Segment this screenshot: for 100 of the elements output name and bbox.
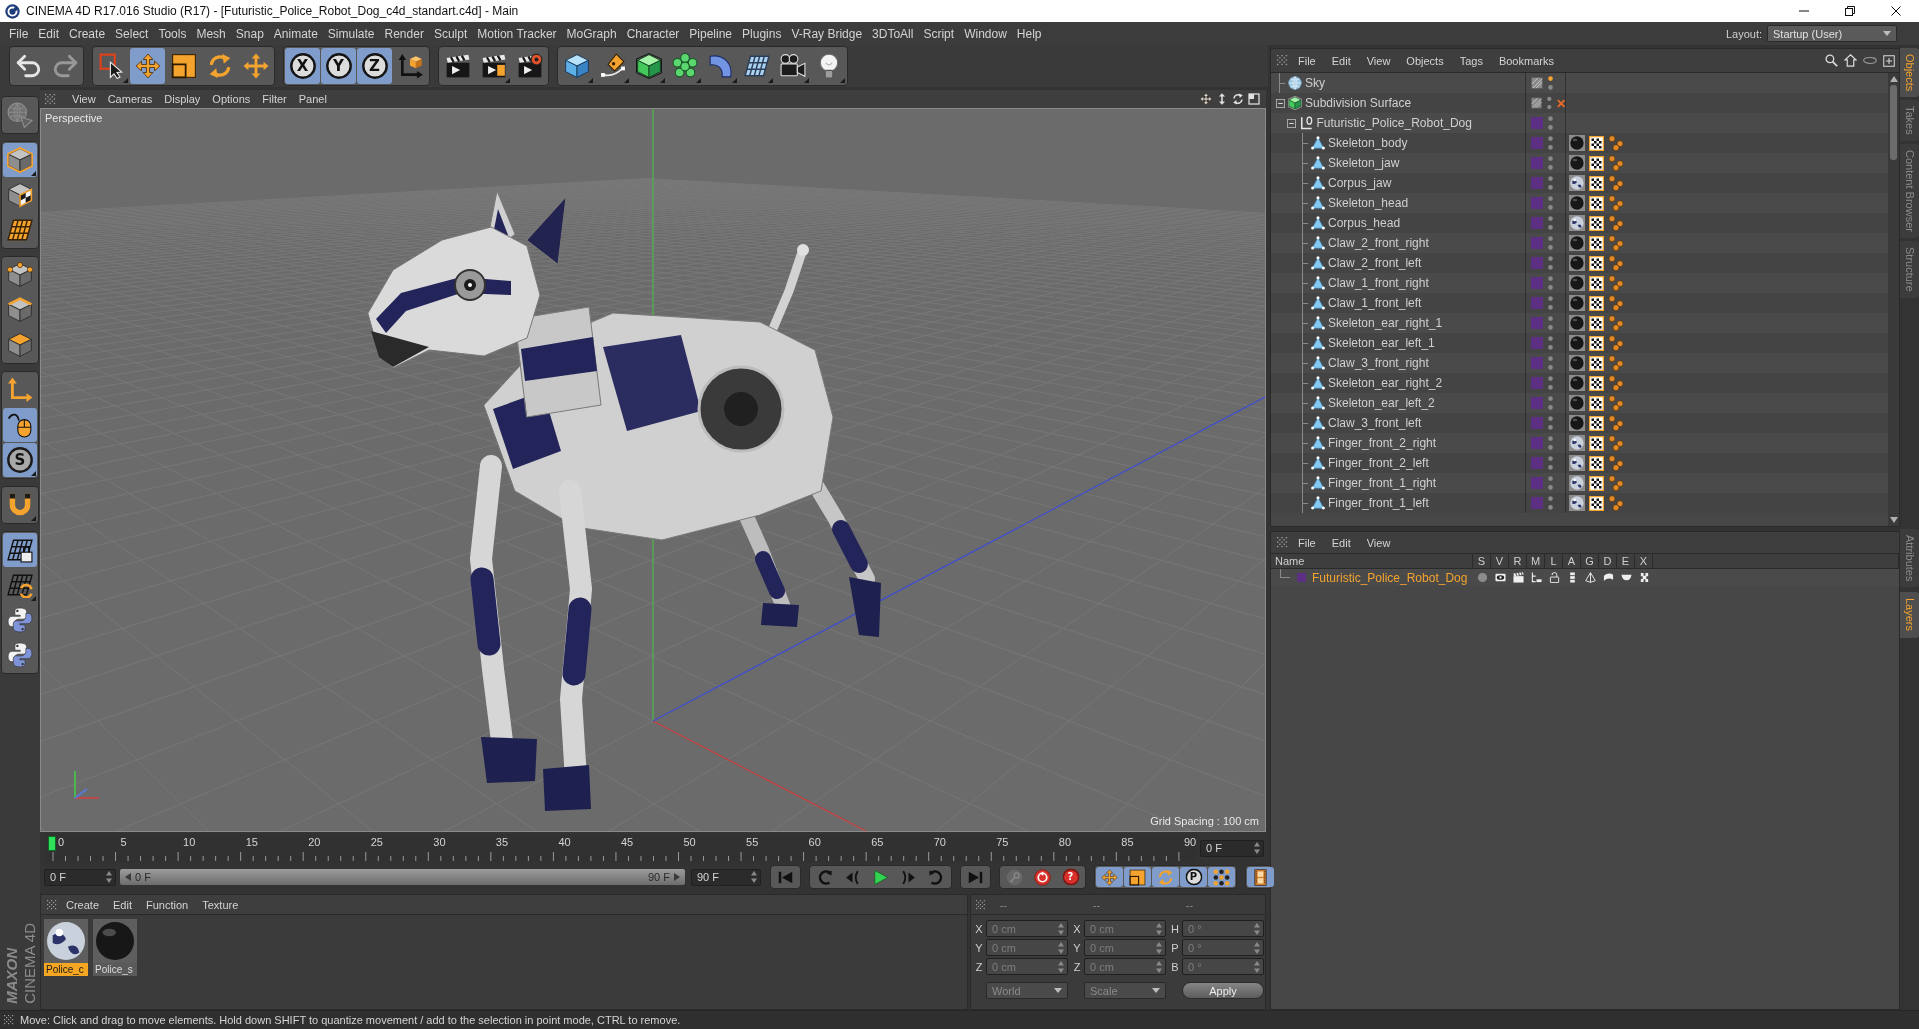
menu-item[interactable]: Texture [197,896,244,913]
menu-item[interactable]: Sculpt [428,25,473,42]
x-shape-icon[interactable] [1638,572,1650,583]
frame-field[interactable]: 0 F [1200,839,1264,857]
model-mode-button[interactable] [3,143,37,177]
weight-tag-icon[interactable] [1608,135,1624,151]
search-icon[interactable] [1825,54,1838,67]
key-scale-button[interactable] [1124,867,1151,887]
weight-tag-icon[interactable] [1608,495,1624,511]
weight-tag-icon[interactable] [1608,155,1624,171]
checker-tag-icon[interactable] [1589,355,1604,371]
scrollbar-thumb[interactable] [1890,85,1897,160]
menu-item[interactable]: Panel [292,91,333,107]
weight-tag-icon[interactable] [1608,215,1624,231]
material-tag-icon[interactable] [1569,295,1585,311]
checker-tag-icon[interactable] [1589,195,1604,211]
zoom-arrows-icon[interactable] [1216,93,1228,105]
solo-dot-icon[interactable] [1476,572,1488,583]
menu-item[interactable]: Objects [1400,52,1450,69]
hierarchy-icon[interactable] [1530,572,1542,583]
orbit-icon[interactable] [1232,93,1244,105]
material-tag-icon[interactable] [1569,335,1585,351]
playhead-marker[interactable] [48,836,56,851]
plus-square-icon[interactable] [1883,54,1895,67]
weight-tag-icon[interactable] [1608,195,1624,211]
material-tag-icon[interactable] [1569,455,1585,471]
menu-item[interactable]: Snap [230,25,269,42]
key-points-button[interactable] [1208,867,1235,887]
workplane-lock-button[interactable] [3,533,37,567]
menu-item[interactable]: Function [141,896,194,913]
menu-item[interactable]: Bookmarks [1492,52,1560,69]
menu-item[interactable]: Motion Tracker [472,25,562,42]
menu-item[interactable]: Character [621,25,685,42]
menu-item[interactable]: View [1360,52,1397,69]
weight-tag-icon[interactable] [1608,455,1624,471]
material-tag-icon[interactable] [1569,255,1585,271]
menu-item[interactable]: Tools [153,25,192,42]
axis-lock-button[interactable]: Z [357,48,392,84]
timeline-ruler[interactable]: 0 5 10 15 20 25 30 35 40 45 50 55 60 65 70 75 80 85 90 [45,834,1197,862]
menu-item[interactable]: Edit [1325,52,1357,69]
checker-tag-icon[interactable] [1589,495,1604,511]
menu-item[interactable]: Script [918,25,960,42]
material-tag-icon[interactable] [1569,195,1585,211]
key-parameter-button[interactable]: P [1180,867,1207,887]
column-header[interactable]: V [1491,554,1509,568]
column-header[interactable]: Name [1271,554,1473,568]
menu-item[interactable]: Display [158,91,207,107]
side-tab[interactable]: Layers [1900,592,1919,638]
column-header[interactable]: E [1617,554,1635,568]
material-tag-icon[interactable] [1569,375,1585,391]
axis-lock-button[interactable]: X [285,48,320,84]
menu-item[interactable]: Edit [108,896,137,913]
weight-tag-icon[interactable] [1608,375,1624,391]
column-header[interactable]: X [1635,554,1653,568]
side-tab[interactable]: Objects [1900,48,1919,98]
material-tag-icon[interactable] [1569,395,1585,411]
menu-item[interactable]: Edit [1325,534,1357,551]
weight-tag-icon[interactable] [1608,435,1624,451]
material-tag-icon[interactable] [1569,355,1585,371]
scroll-down-icon[interactable] [1889,517,1898,523]
material-tag-icon[interactable] [1569,415,1585,431]
weight-tag-icon[interactable] [1608,275,1624,291]
material-tag-icon[interactable] [1569,175,1585,191]
checker-tag-icon[interactable] [1589,135,1604,151]
menu-item[interactable]: 3DToAll [867,25,919,42]
menu-item[interactable]: Select [110,25,154,42]
weight-tag-icon[interactable] [1608,235,1624,251]
weight-tag-icon[interactable] [1608,335,1624,351]
menu-item[interactable]: Edit [33,25,65,42]
menu-item[interactable]: View [1360,534,1397,551]
material-tag-icon[interactable] [1569,475,1585,491]
column-header[interactable]: M [1527,554,1545,568]
material-tag-icon[interactable] [1569,275,1585,291]
weight-tag-icon[interactable] [1608,295,1624,311]
menu-item[interactable]: Window [959,25,1012,42]
column-header[interactable]: R [1509,554,1527,568]
menu-item[interactable]: Mesh [191,25,231,42]
menu-item[interactable]: File [4,25,34,42]
lock-icon[interactable] [1548,572,1560,583]
scrollbar[interactable] [1888,73,1899,526]
viewport[interactable]: Perspective Grid Spacing : 100 cm [40,108,1266,832]
menu-item[interactable]: Help [1011,25,1047,42]
column-header[interactable]: D [1599,554,1617,568]
checker-tag-icon[interactable] [1589,475,1604,491]
solo-button[interactable]: S [3,443,37,477]
material-tag-icon[interactable] [1569,215,1585,231]
menu-item[interactable]: Tags [1453,52,1489,69]
material-sphere-icon[interactable] [44,919,88,963]
column-header[interactable]: S [1473,554,1491,568]
checker-tag-icon[interactable] [1589,335,1604,351]
material-tag-icon[interactable] [1569,155,1585,171]
menu-item[interactable]: Pipeline [684,25,738,42]
frame-field[interactable]: 0 F [44,868,116,886]
checker-tag-icon[interactable] [1589,175,1604,191]
layout-dropdown[interactable]: Startup (User) [1767,25,1897,42]
menu-item[interactable]: Create [64,25,111,42]
bent-block-icon[interactable] [1602,572,1614,583]
menu-item[interactable]: Animate [268,25,323,42]
menu-item[interactable]: Filter [256,91,293,107]
menu-item[interactable]: Cameras [101,91,159,107]
